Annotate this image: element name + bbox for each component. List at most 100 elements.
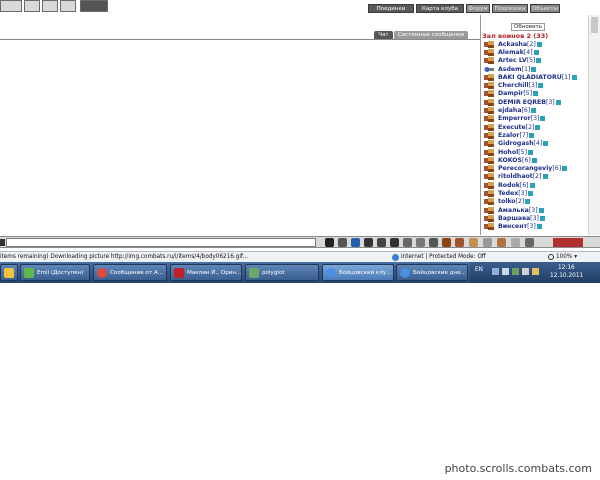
sidebar-scrollbar[interactable] — [588, 15, 600, 235]
info-icon[interactable] — [529, 132, 535, 138]
info-icon[interactable] — [540, 116, 546, 122]
tray-power-icon[interactable] — [532, 268, 539, 275]
info-icon[interactable] — [525, 199, 531, 205]
tab-system-messages[interactable]: Системные сообщения — [393, 31, 468, 39]
info-icon[interactable] — [529, 182, 535, 188]
fight-icon[interactable] — [377, 238, 386, 247]
taskbar-button[interactable]: Бойцовские дне... — [396, 264, 468, 281]
nav-forum-button[interactable]: Форум — [466, 4, 490, 13]
info-icon[interactable] — [538, 207, 544, 213]
tab-chat[interactable]: Чат — [374, 31, 393, 39]
user-row[interactable]: tolko [2] — [481, 198, 588, 206]
info-icon[interactable] — [531, 108, 537, 114]
user-name[interactable]: BAKI QLADIATORU — [498, 74, 562, 81]
user-row[interactable]: Asdem [1] — [481, 65, 588, 73]
user-name[interactable]: Ackasha — [498, 41, 527, 48]
send-arrow-icon[interactable] — [325, 238, 334, 247]
user-row[interactable]: Emperror [3] — [481, 115, 588, 123]
user-name[interactable]: Ezalor — [498, 132, 519, 139]
scroll-icon[interactable] — [511, 238, 520, 247]
user-name[interactable]: Alemak — [498, 49, 524, 56]
user-row[interactable]: Tedex [3] — [481, 189, 588, 197]
nav-club-map-button[interactable]: Карта клуба — [416, 4, 464, 13]
user-row[interactable]: KOKOS [6] — [481, 156, 588, 164]
user-name[interactable]: Варшава — [498, 215, 530, 222]
user-name[interactable]: Execute — [498, 124, 526, 131]
tray-arrows-icon[interactable] — [492, 268, 499, 275]
user-name[interactable]: KOKOS — [498, 157, 522, 164]
taskbar-button[interactable]: polyglot — [245, 264, 319, 281]
language-indicator[interactable]: EN — [475, 267, 483, 273]
user-name[interactable]: Dampir — [498, 90, 523, 97]
top-tile-logo[interactable] — [0, 0, 22, 12]
info-icon[interactable] — [543, 141, 549, 147]
user-name[interactable]: Rodok — [498, 182, 520, 189]
info-icon[interactable] — [571, 74, 577, 80]
user-row[interactable]: DEMIR EQREB [3] — [481, 98, 588, 106]
camera-icon[interactable] — [429, 238, 438, 247]
scrollbar-thumb[interactable] — [591, 17, 598, 33]
top-tile-3[interactable] — [60, 0, 76, 12]
user-row[interactable]: Варшава [3] — [481, 214, 588, 222]
user-name[interactable]: tolko — [498, 198, 516, 205]
info-icon[interactable] — [531, 157, 537, 163]
hand-icon[interactable] — [469, 238, 478, 247]
user-row[interactable]: Rodok [6] — [481, 181, 588, 189]
user-name[interactable]: Винсент — [498, 223, 527, 230]
book-icon[interactable] — [403, 238, 412, 247]
tray-volume-icon[interactable] — [522, 268, 529, 275]
info-icon[interactable] — [533, 49, 539, 55]
left-arrow-icon[interactable] — [0, 239, 5, 246]
save-icon[interactable] — [364, 238, 373, 247]
info-icon[interactable] — [536, 58, 542, 64]
smiley-icon[interactable] — [338, 238, 347, 247]
user-name[interactable]: Cherchill — [498, 82, 529, 89]
taskbar-button[interactable]: Сообщение от А... — [93, 264, 167, 281]
user-row[interactable]: Execute [2] — [481, 123, 588, 131]
clan-icon[interactable] — [455, 238, 464, 247]
user-name[interactable]: Tedex — [498, 190, 518, 197]
user-name[interactable]: ritoldhaot — [498, 173, 533, 180]
info-icon[interactable] — [531, 66, 537, 72]
info-icon[interactable] — [527, 190, 533, 196]
person-icon[interactable] — [442, 238, 451, 247]
nav-hint-button[interactable]: Подсказка — [492, 4, 528, 13]
clock-time[interactable]: 12:16 — [558, 265, 575, 271]
taskbar-button[interactable]: Emil (Доступен) — [20, 264, 90, 281]
info-icon[interactable] — [536, 224, 542, 230]
user-row[interactable]: Alemak [4] — [481, 48, 588, 56]
user-name[interactable]: Perecorangeviy — [498, 165, 552, 172]
refresh-button[interactable]: Обновить — [511, 23, 545, 31]
taskbar-button[interactable]: Маклин Й., Орин... — [170, 264, 242, 281]
user-row[interactable]: Gidrogash [4] — [481, 140, 588, 148]
user-row[interactable]: ritoldhaot [2] — [481, 173, 588, 181]
user-row[interactable]: Амалька [3] — [481, 206, 588, 214]
face-icon[interactable] — [416, 238, 425, 247]
info-icon[interactable] — [527, 149, 533, 155]
user-name[interactable]: Asdem — [498, 66, 522, 73]
user-row[interactable]: Ackasha [2] — [481, 40, 588, 48]
info-icon[interactable] — [535, 124, 541, 130]
tray-network-icon[interactable] — [512, 268, 519, 275]
user-name[interactable]: DEMIR EQREB — [498, 99, 546, 106]
bag-icon[interactable] — [497, 238, 506, 247]
chat-input[interactable] — [6, 238, 316, 247]
filter-icon[interactable] — [351, 238, 360, 247]
tray-help-icon[interactable] — [502, 268, 509, 275]
user-row[interactable]: Dampir [5] — [481, 90, 588, 98]
item-icon[interactable] — [483, 238, 492, 247]
info-icon[interactable] — [536, 41, 542, 47]
info-icon[interactable] — [542, 174, 548, 180]
info-icon[interactable] — [555, 99, 561, 105]
user-name[interactable]: Амалька — [498, 207, 529, 214]
user-name[interactable]: Emperror — [498, 115, 531, 122]
top-tile-1[interactable] — [24, 0, 40, 12]
user-name[interactable]: Artec LV — [498, 57, 527, 64]
user-row[interactable]: Ezalor [7] — [481, 131, 588, 139]
info-icon[interactable] — [533, 91, 539, 97]
user-name[interactable]: Hohol — [498, 149, 518, 156]
fist-icon[interactable] — [390, 238, 399, 247]
nav-fights-button[interactable]: Поединки — [368, 4, 414, 13]
user-row[interactable]: Hohol [5] — [481, 148, 588, 156]
combats-logo-icon[interactable] — [553, 238, 583, 247]
